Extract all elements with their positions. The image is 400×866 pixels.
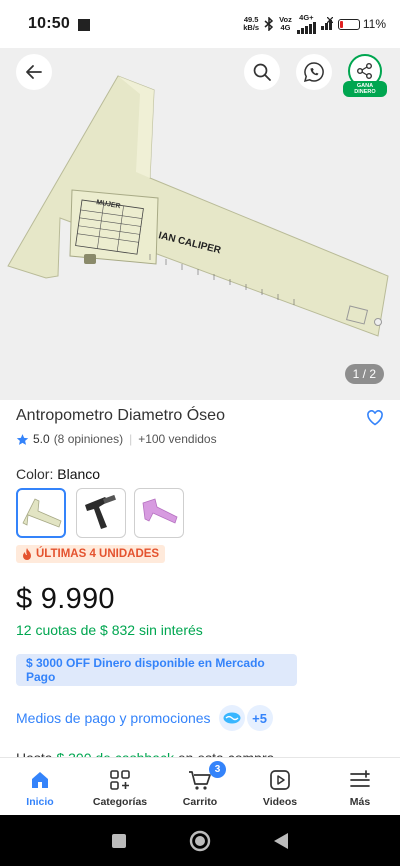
payment-methods-link[interactable]: Medios de pago y promociones +5 bbox=[16, 705, 273, 731]
color-swatch-black[interactable] bbox=[76, 488, 126, 538]
rating-separator: | bbox=[129, 432, 133, 446]
whatsapp-icon bbox=[303, 62, 324, 83]
network-speed-unit: kB/s bbox=[243, 23, 260, 32]
stock-badge-text: ÚLTIMAS 4 UNIDADES bbox=[36, 548, 160, 560]
fire-icon bbox=[23, 548, 31, 560]
pink-caliper-thumbnail bbox=[142, 498, 178, 524]
share-icon bbox=[357, 63, 372, 79]
nav-videos-label: Videos bbox=[262, 796, 298, 808]
status-icons: 49.5 kB/s Voz 4G 4G+ 11% bbox=[243, 14, 386, 34]
categories-icon bbox=[110, 770, 130, 790]
back-button[interactable] bbox=[16, 54, 52, 90]
search-icon bbox=[253, 63, 271, 81]
battery-icon bbox=[337, 18, 360, 30]
rating-row[interactable]: 5.0 (8 opiniones) | +100 vendidos bbox=[16, 432, 217, 446]
nav-more[interactable]: Más bbox=[320, 758, 400, 815]
promo-text: $ 3000 OFF Dinero disponible en Mercado … bbox=[26, 656, 265, 684]
nav-categories[interactable]: Categorías bbox=[80, 758, 160, 815]
stock-badge: ÚLTIMAS 4 UNIDADES bbox=[16, 545, 166, 563]
bluetooth-icon bbox=[264, 17, 274, 31]
white-caliper-thumbnail bbox=[22, 498, 62, 528]
arrow-left-icon bbox=[26, 65, 42, 79]
signal-no-service-icon bbox=[320, 17, 333, 30]
home-circle-icon[interactable] bbox=[189, 830, 211, 852]
installments-text: 12 cuotas de $ 832 sin interés bbox=[16, 622, 203, 638]
product-image: MUJER IAN CALIPER bbox=[7, 75, 389, 337]
volte-bottom: 4G bbox=[280, 23, 291, 32]
menu-icon bbox=[350, 770, 370, 787]
favorite-heart-icon[interactable] bbox=[366, 409, 384, 427]
search-button[interactable] bbox=[244, 54, 280, 90]
battery: 11% bbox=[337, 17, 386, 31]
nav-categories-label: Categorías bbox=[92, 796, 148, 808]
cart-icon bbox=[189, 771, 211, 790]
color-value: Blanco bbox=[57, 466, 101, 482]
product-title: Antropometro Diametro Óseo bbox=[16, 407, 225, 424]
mercado-pago-icon bbox=[218, 705, 245, 731]
status-bar: 10:50 49.5 kB/s Voz 4G 4G+ 11% bbox=[0, 0, 400, 48]
notification-icon bbox=[77, 18, 90, 31]
color-swatch-white[interactable] bbox=[16, 488, 66, 538]
color-label-prefix: Color: bbox=[16, 466, 54, 482]
image-pager: 1 / 2 bbox=[344, 364, 384, 384]
home-icon bbox=[32, 772, 48, 788]
nav-videos[interactable]: Videos bbox=[240, 758, 320, 815]
payment-methods-text: Medios de pago y promociones bbox=[16, 710, 211, 726]
nav-home[interactable]: Inicio bbox=[0, 758, 80, 815]
black-caliper-thumbnail bbox=[85, 494, 116, 529]
rating-score: 5.0 bbox=[33, 432, 50, 446]
signal-1: 4G+ bbox=[296, 13, 316, 34]
system-navigation-bar bbox=[0, 815, 400, 866]
bottom-navigation: Inicio Categorías 3 Carrito Videos Más bbox=[0, 757, 400, 815]
earn-badge-line2: DINERO bbox=[354, 89, 376, 95]
battery-percent: 11% bbox=[362, 17, 386, 31]
reviews-count: (8 opiniones) bbox=[53, 432, 124, 446]
sold-count: +100 vendidos bbox=[138, 432, 217, 446]
volte-indicator: Voz 4G bbox=[279, 16, 292, 32]
color-swatch-pink[interactable] bbox=[134, 488, 184, 538]
recents-icon[interactable] bbox=[111, 833, 127, 849]
network-speed: 49.5 kB/s bbox=[243, 16, 259, 32]
mercado-pago-promo-banner[interactable]: $ 3000 OFF Dinero disponible en Mercado … bbox=[16, 654, 297, 686]
status-time: 10:50 bbox=[28, 15, 70, 32]
product-price: $ 9.990 bbox=[16, 583, 115, 615]
product-gallery[interactable]: MUJER IAN CALIPER GANA DINERO 1 / 2 bbox=[0, 48, 400, 400]
nav-cart[interactable]: 3 Carrito bbox=[160, 758, 240, 815]
nav-more-label: Más bbox=[349, 796, 371, 808]
color-label: Color: Blanco bbox=[16, 466, 100, 482]
nav-cart-label: Carrito bbox=[182, 796, 218, 808]
whatsapp-share-button[interactable] bbox=[296, 54, 332, 90]
earn-money-badge: GANA DINERO bbox=[343, 81, 387, 97]
payment-methods-more: +5 bbox=[246, 705, 273, 731]
video-icon bbox=[270, 770, 290, 790]
signal-bars-icon bbox=[296, 22, 316, 34]
star-icon bbox=[16, 433, 29, 445]
network-type: 4G+ bbox=[299, 13, 314, 22]
cart-count-badge: 3 bbox=[209, 761, 226, 778]
nav-home-label: Inicio bbox=[26, 796, 54, 808]
back-triangle-icon[interactable] bbox=[273, 832, 289, 850]
